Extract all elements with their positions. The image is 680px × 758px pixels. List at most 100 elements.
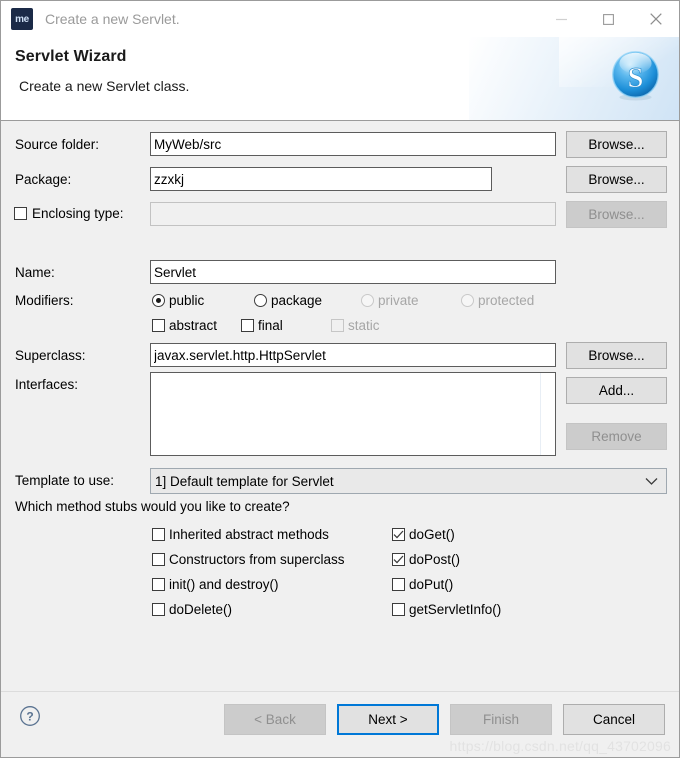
close-icon xyxy=(649,13,662,25)
stub-dodelete-checkbox[interactable] xyxy=(152,603,165,616)
help-button[interactable]: ? xyxy=(19,705,41,730)
template-combo[interactable]: 1] Default template for Servlet xyxy=(150,468,667,494)
superclass-label-wrap: Superclass: xyxy=(15,348,86,363)
title-bar: me Create a new Servlet. xyxy=(1,1,679,37)
stub-doget-label: doGet() xyxy=(409,527,455,542)
stub-getservletinfo-checkbox[interactable] xyxy=(392,603,405,616)
help-icon: ? xyxy=(20,706,40,726)
enclosing-type-input xyxy=(150,202,556,226)
interfaces-remove-button: Remove xyxy=(566,423,667,450)
modifier-public-option[interactable]: public xyxy=(152,293,204,308)
superclass-browse-label: Browse... xyxy=(588,348,645,363)
stub-init-and-destroy-checkbox[interactable] xyxy=(152,578,165,591)
stub-init-and-destroy-option[interactable]: init() and destroy() xyxy=(152,577,279,592)
watermark: https://blog.csdn.net/qq_43702096 xyxy=(449,738,671,754)
modifier-private-option: private xyxy=(361,293,419,308)
stub-doput-checkbox[interactable] xyxy=(392,578,405,591)
close-button[interactable] xyxy=(632,1,679,37)
package-input[interactable] xyxy=(150,167,492,191)
window-title: Create a new Servlet. xyxy=(45,11,180,27)
interfaces-label-wrap: Interfaces: xyxy=(15,377,78,392)
template-label-wrap: Template to use: xyxy=(15,473,114,488)
source-folder-label: Source folder: xyxy=(15,137,100,152)
modifier-abstract-option[interactable]: abstract xyxy=(152,318,217,333)
interfaces-add-button[interactable]: Add... xyxy=(566,377,667,404)
interfaces-add-label: Add... xyxy=(598,383,635,398)
dialog-footer: ? < Back Next > Finish Cancel https://bl… xyxy=(1,691,679,757)
modifier-private-radio xyxy=(361,294,374,307)
interfaces-scrollbar-track[interactable] xyxy=(540,373,555,455)
stub-doget-option[interactable]: doGet() xyxy=(392,527,455,542)
page-title: Servlet Wizard xyxy=(15,48,127,65)
stub-constructors-from-superclass-checkbox[interactable] xyxy=(152,553,165,566)
enclosing-type-browse-button: Browse... xyxy=(566,201,667,228)
stubs-question-wrap: Which method stubs would you like to cre… xyxy=(15,499,290,514)
package-label: Package: xyxy=(15,172,72,187)
stub-doput-option[interactable]: doPut() xyxy=(392,577,453,592)
stub-inherited-abstract-methods-checkbox[interactable] xyxy=(152,528,165,541)
stub-dodelete-label: doDelete() xyxy=(169,602,233,617)
source-folder-browse-button[interactable]: Browse... xyxy=(566,131,667,158)
stub-dopost-label: doPost() xyxy=(409,552,461,567)
stub-getservletinfo-label: getServletInfo() xyxy=(409,602,502,617)
modifiers-label: Modifiers: xyxy=(15,293,74,308)
enclosing-type-checkbox[interactable] xyxy=(14,207,27,220)
maximize-button[interactable] xyxy=(585,1,632,37)
modifier-package-radio[interactable] xyxy=(254,294,267,307)
modifier-private-label: private xyxy=(378,293,419,308)
name-label-wrap: Name: xyxy=(15,265,55,280)
stub-doput-label: doPut() xyxy=(409,577,454,592)
package-browse-button[interactable]: Browse... xyxy=(566,166,667,193)
modifier-public-radio[interactable] xyxy=(152,294,165,307)
modifiers-label-wrap: Modifiers: xyxy=(15,293,74,308)
checkmark-icon xyxy=(393,555,404,564)
svg-text:?: ? xyxy=(26,709,33,723)
stub-getservletinfo-option[interactable]: getServletInfo() xyxy=(392,602,501,617)
finish-button: Finish xyxy=(450,704,552,735)
stub-dodelete-option[interactable]: doDelete() xyxy=(152,602,232,617)
minimize-button[interactable] xyxy=(538,1,585,37)
modifier-final-label: final xyxy=(258,318,283,333)
stub-constructors-from-superclass-option[interactable]: Constructors from superclass xyxy=(152,552,345,567)
modifier-final-checkbox[interactable] xyxy=(241,319,254,332)
maximize-icon xyxy=(603,13,614,25)
wizard-header: Servlet Wizard Create a new Servlet clas… xyxy=(1,37,679,121)
superclass-browse-button[interactable]: Browse... xyxy=(566,342,667,369)
template-label: Template to use: xyxy=(15,473,115,488)
cancel-button[interactable]: Cancel xyxy=(563,704,665,735)
stub-doget-checkbox[interactable] xyxy=(392,528,405,541)
interfaces-list[interactable] xyxy=(150,372,556,456)
superclass-input[interactable] xyxy=(150,343,556,367)
checkmark-icon xyxy=(393,530,404,539)
modifier-final-option[interactable]: final xyxy=(241,318,283,333)
enclosing-type-label: Enclosing type: xyxy=(32,206,124,221)
next-button[interactable]: Next > xyxy=(337,704,439,735)
svg-text:S: S xyxy=(628,63,644,94)
stub-dopost-option[interactable]: doPost() xyxy=(392,552,460,567)
modifier-static-option: static xyxy=(331,318,380,333)
enclosing-type-row[interactable]: Enclosing type: xyxy=(14,206,124,221)
modifier-package-option[interactable]: package xyxy=(254,293,322,308)
next-button-label: Next > xyxy=(368,712,408,727)
wizard-body: Source folder: Browse... Package: Browse… xyxy=(1,121,679,691)
modifier-static-checkbox xyxy=(331,319,344,332)
source-folder-input[interactable] xyxy=(150,132,556,156)
skype-s-logo-icon: S xyxy=(612,51,659,101)
name-input[interactable] xyxy=(150,260,556,284)
stub-dopost-checkbox[interactable] xyxy=(392,553,405,566)
interfaces-label: Interfaces: xyxy=(15,377,79,392)
package-browse-label: Browse... xyxy=(588,172,645,187)
modifier-package-label: package xyxy=(271,293,323,308)
window-controls xyxy=(538,1,679,37)
interfaces-remove-label: Remove xyxy=(591,429,642,444)
stub-inherited-abstract-methods-option[interactable]: Inherited abstract methods xyxy=(152,527,329,542)
app-icon: me xyxy=(11,8,33,30)
servlet-wizard-dialog: me Create a new Servlet. Servlet Wizard … xyxy=(0,0,680,758)
template-combo-value: 1] Default template for Servlet xyxy=(155,473,334,489)
chevron-down-icon xyxy=(645,469,658,493)
name-label: Name: xyxy=(15,265,55,280)
back-button-label: < Back xyxy=(254,712,296,727)
modifier-abstract-label: abstract xyxy=(169,318,218,333)
modifier-protected-label: protected xyxy=(478,293,535,308)
modifier-abstract-checkbox[interactable] xyxy=(152,319,165,332)
